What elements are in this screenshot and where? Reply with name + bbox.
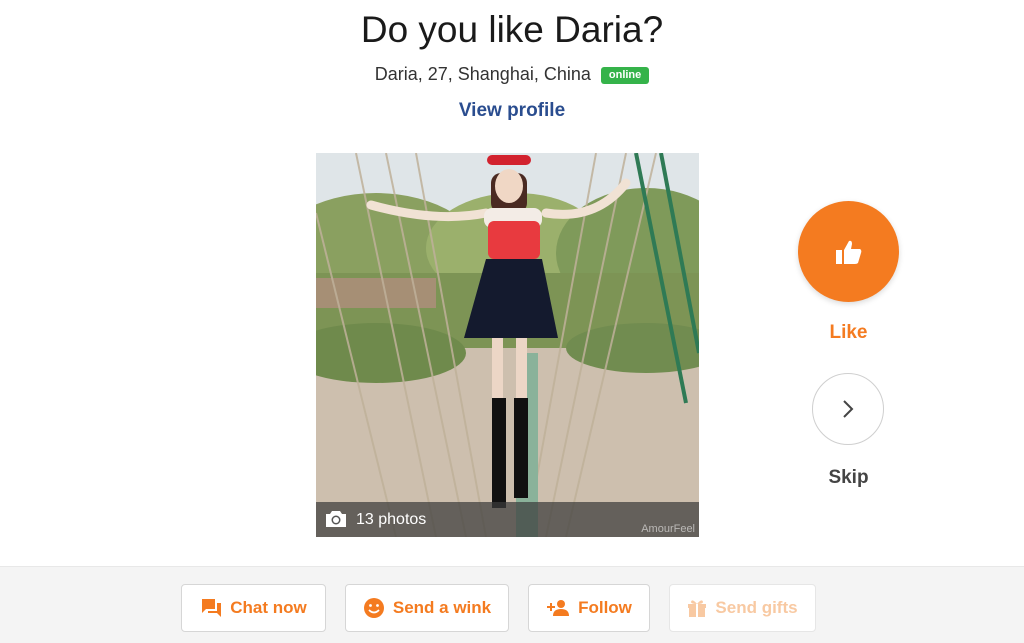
- view-profile-link[interactable]: View profile: [0, 98, 1024, 124]
- gift-icon: [688, 600, 707, 617]
- profile-photo-image: [316, 153, 699, 537]
- follow-button[interactable]: Follow: [528, 584, 650, 632]
- chat-now-label: Chat now: [230, 598, 307, 617]
- smile-icon: [363, 598, 384, 618]
- photo-count-label: 13 photos: [356, 511, 427, 528]
- send-wink-button[interactable]: Send a wink: [345, 584, 509, 632]
- profile-photo[interactable]: 13 photos AmourFeel: [316, 153, 699, 537]
- chat-icon: [202, 599, 222, 617]
- page-title: Do you like Daria?: [360, 9, 664, 50]
- photo-watermark: AmourFeel: [641, 523, 695, 535]
- online-status-badge: online: [600, 67, 650, 84]
- action-footer: Chat now Send a wink Follow Send gifts: [0, 566, 1024, 643]
- like-button[interactable]: [798, 201, 899, 302]
- chat-now-button[interactable]: Chat now: [181, 584, 326, 632]
- thumbs-up-icon: [835, 240, 861, 264]
- chevron-right-icon: [843, 400, 854, 418]
- camera-icon: [326, 511, 346, 527]
- send-gifts-label: Send gifts: [715, 598, 798, 617]
- follow-label: Follow: [578, 598, 632, 617]
- skip-button[interactable]: [812, 373, 884, 445]
- profile-details-text: Daria, 27, Shanghai, China: [374, 64, 591, 84]
- send-gifts-button[interactable]: Send gifts: [669, 584, 816, 632]
- add-person-icon: [547, 600, 570, 616]
- skip-label[interactable]: Skip: [798, 467, 899, 489]
- profile-details: Daria, 27, Shanghai, China online: [0, 62, 1024, 86]
- send-wink-label: Send a wink: [392, 598, 492, 617]
- like-label[interactable]: Like: [798, 322, 899, 344]
